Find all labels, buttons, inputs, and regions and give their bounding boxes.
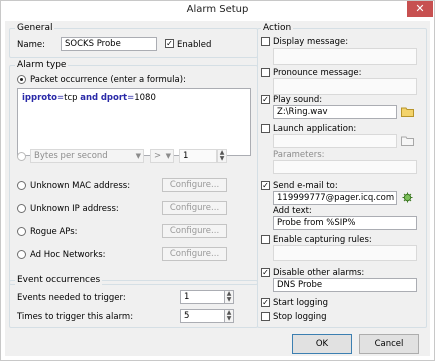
chevron-down-icon: ▼ [135,152,141,160]
play-sound-label: Play sound: [273,95,323,105]
pronounce-message-checkbox[interactable] [261,68,270,77]
folder-icon[interactable] [401,106,414,117]
formula-value: 1080 [134,93,156,103]
rogue-aps-radio[interactable] [17,227,26,236]
bytes-value-spinner[interactable]: ▲ ▼ [217,149,227,163]
unknown-ip-radio[interactable] [17,204,26,213]
name-field[interactable]: SOCKS Probe [61,37,157,51]
capturing-rules-field[interactable] [273,245,417,261]
packet-occurrence-label: Packet occurrence (enter a formula): [30,75,186,85]
formula-keyword: ipproto [22,93,58,103]
configure-ip-button[interactable]: Configure... [162,201,227,215]
add-text-label: Add text: [273,206,312,216]
disable-alarms-field[interactable]: DNS Probe [273,278,417,292]
adhoc-networks-radio[interactable] [17,250,26,259]
pronounce-message-label: Pronounce message: [273,68,362,78]
formula-and: and [80,93,99,103]
formula-value: tcp [64,93,78,103]
display-message-field[interactable] [273,48,417,65]
packet-occurrence-radio[interactable] [17,75,26,84]
enable-capturing-checkbox[interactable] [261,235,270,244]
events-needed-spinner[interactable]: ▲ ▼ [224,290,234,304]
email-settings-icon[interactable] [401,192,414,203]
configure-adhoc-button[interactable]: Configure... [162,247,227,261]
pronounce-message-field[interactable] [273,78,417,95]
launch-application-checkbox[interactable] [261,124,270,133]
bytes-per-second-radio[interactable] [17,152,26,161]
adhoc-networks-label: Ad Hoc Networks: [30,250,106,260]
unknown-mac-radio[interactable] [17,181,26,190]
launch-application-label: Launch application: [273,124,357,134]
dialog-body: General Name: SOCKS Probe ✓ Enabled Alar… [5,21,430,356]
close-icon[interactable]: ✕ [407,1,433,17]
alarm-setup-window: Alarm Setup ✕ General Name: SOCKS Probe … [0,0,435,361]
start-logging-label: Start logging [273,298,328,308]
events-needed-field[interactable]: 1 [180,290,225,304]
configure-rogue-button[interactable]: Configure... [162,224,227,238]
window-title: Alarm Setup [186,4,249,15]
title-bar: Alarm Setup ✕ [1,1,434,20]
configure-mac-button[interactable]: Configure... [162,178,227,192]
enable-capturing-label: Enable capturing rules: [273,235,372,245]
unknown-mac-label: Unknown MAC address: [30,181,131,191]
folder-icon[interactable] [401,135,414,146]
send-email-label: Send e-mail to: [273,181,338,191]
disable-other-alarms-label: Disable other alarms: [273,268,365,278]
disable-other-alarms-checkbox[interactable]: ✓ [261,268,270,277]
formula-editor[interactable]: ipproto=tcp and dport=1080 [17,88,251,156]
stop-logging-checkbox[interactable] [261,312,270,321]
parameters-label: Parameters: [273,150,325,160]
unknown-ip-label: Unknown IP address: [30,204,119,214]
email-address-field[interactable]: 119999777@pager.icq.com [273,191,397,205]
add-text-field[interactable]: Probe from %SIP% [273,216,417,230]
bytes-unit-value: Bytes per second [34,151,108,161]
enabled-checkbox[interactable]: ✓ [165,39,174,48]
launch-application-field[interactable] [273,134,397,148]
play-sound-checkbox[interactable]: ✓ [261,95,270,104]
parameters-field[interactable] [273,160,417,174]
play-sound-field[interactable]: Z:\Ring.wav [273,105,397,119]
bytes-value-field[interactable]: 1 [179,149,217,163]
event-occurrences-legend: Event occurrences [15,275,103,285]
ok-button[interactable]: OK [292,334,352,354]
name-label: Name: [17,40,45,50]
bytes-operator-dropdown[interactable]: > ▼ [150,149,174,163]
send-email-checkbox[interactable]: ✓ [261,181,270,190]
enabled-label: Enabled [177,40,212,50]
times-to-trigger-spinner[interactable]: ▲ ▼ [224,309,234,323]
formula-keyword: dport [100,93,128,103]
action-legend: Action [261,23,294,33]
chevron-down-icon: ▼ [165,152,171,160]
general-legend: General [15,23,55,33]
bytes-unit-dropdown[interactable]: Bytes per second ▼ [30,149,144,163]
events-needed-label: Events needed to trigger: [17,293,126,303]
stop-logging-label: Stop logging [273,312,327,322]
display-message-checkbox[interactable] [261,37,270,46]
rogue-aps-label: Rogue APs: [30,227,78,237]
alarm-type-legend: Alarm type [15,60,69,70]
cancel-button[interactable]: Cancel [359,334,419,354]
start-logging-checkbox[interactable]: ✓ [261,298,270,307]
display-message-label: Display message: [273,37,349,47]
times-to-trigger-label: Times to trigger this alarm: [17,312,134,322]
times-to-trigger-field[interactable]: 5 [180,309,225,323]
bytes-operator-value: > [154,151,162,161]
